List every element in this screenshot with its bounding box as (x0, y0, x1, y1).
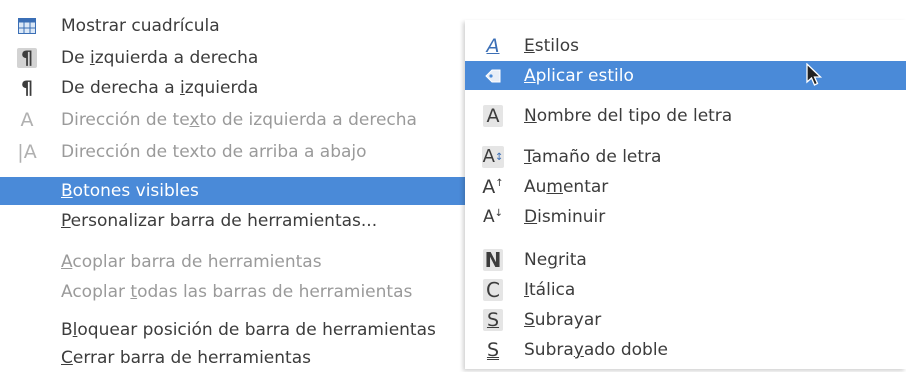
menu-item-dock-all-toolbars[interactable]: Acoplar todas las barras de herramientas (0, 278, 476, 306)
right-to-left-icon: ¶ (20, 76, 34, 99)
grid-icon (17, 16, 37, 36)
menu-item-customize-toolbar[interactable]: Personalizar barra de herramientas... (0, 207, 476, 235)
menu-item-label: Mostrar cuadrícula (61, 16, 220, 36)
menu-item-label: Estilos (524, 36, 579, 56)
menu-item-label: Aumentar (524, 177, 609, 197)
underline-icon: S (482, 309, 504, 331)
submenu-item-underline[interactable]: S Subrayar (465, 306, 906, 334)
menu-item-label: Acoplar barra de herramientas (61, 252, 322, 272)
menu-item-label: Acoplar todas las barras de herramientas (61, 282, 413, 302)
submenu-item-bold[interactable]: N Negrita (465, 246, 906, 274)
menu-item-show-grid[interactable]: Mostrar cuadrícula (0, 12, 476, 40)
menu-item-label: Dirección de texto de arriba a abajo (61, 142, 367, 162)
submenu-item-grow-font[interactable]: A ↑ Aumentar (465, 173, 906, 201)
menu-item-label: De derecha a izquierda (61, 78, 259, 98)
menu-item-label: Tamaño de letra (524, 147, 662, 167)
menu-item-right-to-left[interactable]: ¶ De derecha a izquierda (0, 74, 476, 102)
mouse-cursor-icon (805, 62, 823, 92)
menu-item-lock-toolbar[interactable]: Bloquear posición de barra de herramient… (0, 316, 476, 344)
grow-font-icon: A ↑ (482, 175, 504, 198)
apply-style-icon (482, 65, 504, 87)
text-direction-ttb-icon: |A (17, 140, 37, 163)
submenu-item-shrink-font[interactable]: A ↓ Disminuir (465, 203, 906, 231)
font-name-icon: A (482, 105, 504, 127)
submenu-item-italic[interactable]: C Itálica (465, 276, 906, 304)
menu-item-label: Nombre del tipo de letra (524, 106, 733, 126)
menu-item-label: Dirección de texto de izquierda a derech… (61, 110, 417, 130)
menu-item-text-direction-ttb[interactable]: |A Dirección de texto de arriba a abajo (0, 138, 476, 166)
menu-item-label: Negrita (524, 250, 587, 270)
bold-icon: N (483, 248, 503, 272)
submenu-item-styles[interactable]: A Estilos (465, 32, 906, 60)
menu-item-dock-toolbar[interactable]: Acoplar barra de herramientas (0, 248, 476, 276)
menu-item-label: De izquierda a derecha (61, 48, 259, 68)
menu-item-visible-buttons[interactable]: Botones visibles › (0, 177, 476, 205)
menu-item-label: Aplicar estilo (524, 65, 634, 86)
menu-item-close-toolbar[interactable]: Cerrar barra de herramientas (0, 344, 476, 372)
menu-item-left-to-right[interactable]: ¶ De izquierda a derecha (0, 44, 476, 72)
submenu-item-font-size[interactable]: A ↕ Tamaño de letra (465, 143, 906, 171)
double-underline-icon: S (486, 338, 500, 361)
shrink-font-icon: A ↓ (482, 206, 504, 227)
menu-item-label: Subrayado doble (524, 340, 669, 360)
visible-buttons-submenu: A Estilos Aplicar estilo A Nombre del ti… (465, 20, 906, 369)
menu-item-label: Bloquear posición de barra de herramient… (61, 320, 436, 340)
submenu-item-double-underline[interactable]: S Subrayado doble (465, 336, 906, 364)
context-menu: Mostrar cuadrícula ¶ De izquierda a dere… (0, 0, 476, 369)
styles-icon: A (486, 34, 500, 57)
left-to-right-icon: ¶ (17, 48, 37, 68)
menu-item-label: Botones visibles (61, 181, 199, 201)
menu-item-label: Itálica (524, 280, 576, 300)
menu-item-label: Disminuir (524, 207, 606, 227)
menu-item-label: Cerrar barra de herramientas (61, 348, 311, 368)
menu-item-label: Subrayar (524, 310, 602, 330)
menu-item-label: Personalizar barra de herramientas... (61, 211, 378, 231)
menu-item-text-direction-ltr[interactable]: A Dirección de texto de izquierda a dere… (0, 106, 476, 134)
italic-icon: C (482, 279, 504, 301)
text-direction-ltr-icon: A (20, 108, 34, 131)
font-size-icon: A ↕ (482, 146, 504, 168)
submenu-item-apply-style[interactable]: Aplicar estilo (465, 61, 906, 90)
submenu-item-font-name[interactable]: A Nombre del tipo de letra (465, 102, 906, 130)
